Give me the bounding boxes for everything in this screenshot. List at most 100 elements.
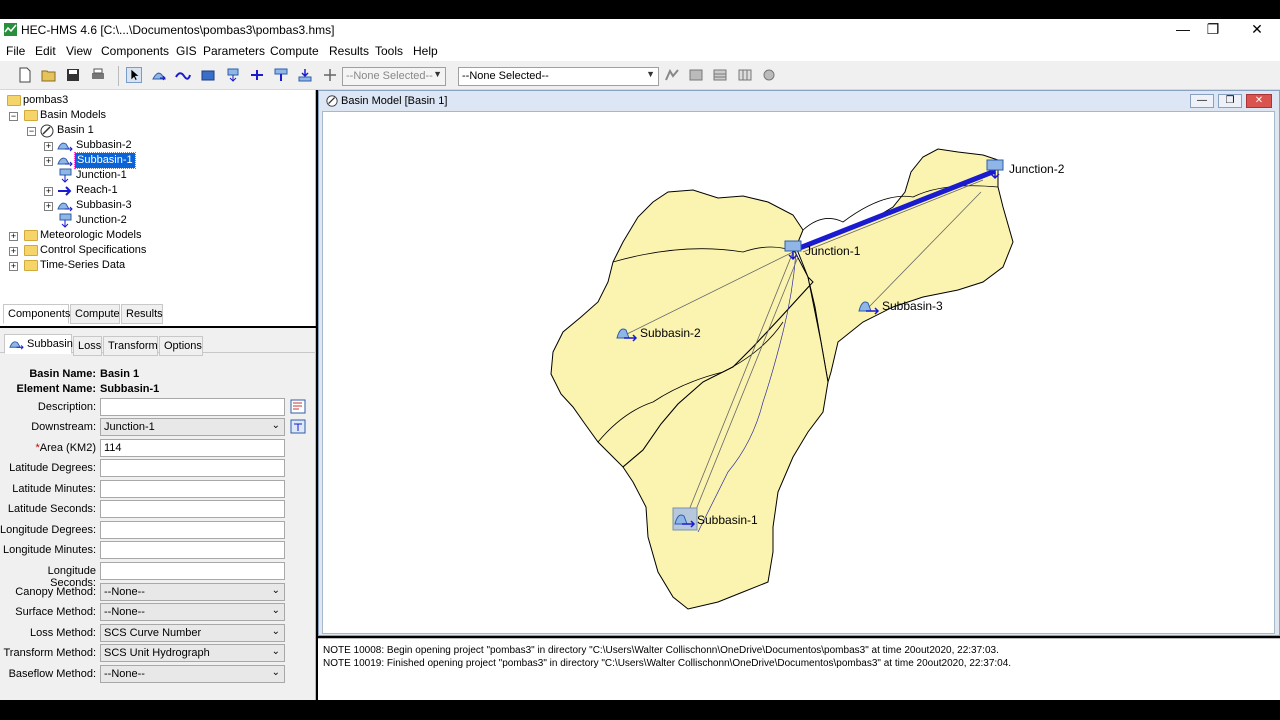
loss-method-value: SCS Curve Number (104, 627, 202, 639)
internal-restore-button[interactable]: ❐ (1218, 94, 1242, 108)
area-field[interactable]: 114 (100, 439, 285, 457)
canopy-method-select[interactable]: --None-- ⌄ (100, 583, 285, 601)
tab-loss[interactable]: Loss (73, 336, 102, 356)
element-selector-disabled[interactable]: --None Selected-- ▼ (342, 67, 446, 86)
tab-options[interactable]: Options (159, 336, 203, 356)
open-folder-icon[interactable] (41, 67, 57, 83)
latitude-degrees-field[interactable] (100, 459, 285, 477)
tree-item-subbasin-3[interactable]: Subbasin-3 (76, 198, 132, 213)
longitude-seconds-field[interactable] (100, 562, 285, 580)
description-editor-icon[interactable] (290, 399, 306, 414)
menu-edit[interactable]: Edit (35, 44, 56, 58)
tab-subbasin[interactable]: Subbasin (4, 334, 73, 354)
latitude-minutes-field[interactable] (100, 480, 285, 498)
tree-control-specifications[interactable]: Control Specifications (40, 243, 146, 258)
menu-gis[interactable]: GIS (176, 44, 197, 58)
expand-icon[interactable]: + (44, 187, 53, 196)
area-label: *Area (KM2) (0, 442, 96, 454)
tree-meteorologic-models[interactable]: Meteorologic Models (40, 228, 142, 243)
menu-parameters[interactable]: Parameters (203, 44, 265, 58)
tree-basin-models[interactable]: Basin Models (40, 108, 106, 123)
subbasin-3-area[interactable] (795, 148, 1014, 383)
time-series-table-icon[interactable] (737, 67, 753, 83)
expand-icon[interactable]: + (44, 157, 53, 166)
longitude-degrees-label: Longitude Degrees: (0, 524, 97, 536)
tree-item-subbasin-2[interactable]: Subbasin-2 (76, 138, 132, 153)
reservoir-tool-icon[interactable] (200, 67, 216, 83)
downstream-select[interactable]: Junction-1 ⌄ (100, 418, 285, 436)
transform-method-value: SCS Unit Hydrograph (104, 647, 210, 659)
component-editor: Subbasin Loss Transform Options Basin Na… (0, 328, 316, 700)
compute-icon[interactable] (664, 67, 680, 83)
sink-tool-icon[interactable] (297, 67, 313, 83)
internal-close-button[interactable]: ✕ (1246, 94, 1272, 108)
menu-compute[interactable]: Compute (270, 44, 319, 58)
baseflow-method-select[interactable]: --None-- ⌄ (100, 665, 285, 683)
longitude-degrees-field[interactable] (100, 521, 285, 539)
toolbar: --None Selected-- ▼ --None Selected-- ▼ (0, 61, 1280, 90)
folder-icon (24, 260, 38, 271)
element-selector[interactable]: --None Selected-- ▼ (458, 67, 659, 86)
tab-compute[interactable]: Compute (70, 304, 120, 324)
folder-icon (24, 245, 38, 256)
longitude-minutes-label: Longitude Minutes: (3, 544, 96, 556)
menu-tools[interactable]: Tools (375, 44, 403, 58)
menu-results[interactable]: Results (329, 44, 369, 58)
collapse-icon[interactable]: − (9, 112, 18, 121)
downstream-picker-icon[interactable] (290, 419, 306, 434)
surface-method-select[interactable]: --None-- ⌄ (100, 603, 285, 621)
expand-icon[interactable]: + (44, 142, 53, 151)
basin-map-svg[interactable]: Junction-2 Junction-1 Subbasin-2 Subbasi… (323, 112, 1276, 635)
restore-button[interactable]: ❐ (1190, 19, 1236, 41)
latitude-seconds-field[interactable] (100, 500, 285, 518)
expand-icon[interactable]: + (9, 262, 18, 271)
tree-time-series-data[interactable]: Time-Series Data (40, 258, 125, 273)
subbasin-icon (57, 157, 73, 167)
graph-icon[interactable] (688, 67, 704, 83)
basin-map-canvas[interactable]: Junction-2 Junction-1 Subbasin-2 Subbasi… (322, 111, 1275, 634)
menu-file[interactable]: File (6, 44, 25, 58)
diversion-tool-icon[interactable] (249, 67, 265, 83)
tree-item-subbasin-1[interactable]: Subbasin-1 (74, 152, 136, 169)
tab-results[interactable]: Results (121, 304, 163, 324)
menu-components[interactable]: Components (101, 44, 169, 58)
basin-model-window-header[interactable]: Basin Model [Basin 1] — ❐ ✕ (320, 92, 1278, 110)
source-tool-icon[interactable] (273, 67, 289, 83)
loss-method-select[interactable]: SCS Curve Number ⌄ (100, 624, 285, 642)
close-button[interactable]: ✕ (1234, 19, 1280, 41)
chevron-down-icon: ⌄ (271, 667, 280, 678)
tree-item-junction-1[interactable]: Junction-1 (76, 168, 127, 183)
transform-method-select[interactable]: SCS Unit Hydrograph ⌄ (100, 644, 285, 662)
internal-minimize-button[interactable]: — (1190, 94, 1214, 108)
tree-item-reach-1[interactable]: Reach-1 (76, 183, 118, 198)
chevron-down-icon: ▼ (433, 69, 442, 79)
summary-table-icon[interactable] (712, 67, 728, 83)
tree-root-pombas3[interactable]: pombas3 (23, 93, 68, 108)
collapse-icon[interactable]: − (27, 127, 36, 136)
tree-item-junction-2[interactable]: Junction-2 (76, 213, 127, 228)
downstream-value: Junction-1 (104, 421, 155, 433)
chevron-down-icon: ⌄ (271, 626, 280, 637)
subbasin-1-icon[interactable] (672, 507, 698, 531)
global-summary-icon[interactable] (761, 67, 777, 83)
tree-basin-1[interactable]: Basin 1 (57, 123, 94, 138)
reach-tool-icon[interactable] (175, 67, 191, 83)
expand-icon[interactable]: + (44, 202, 53, 211)
expand-icon[interactable]: + (9, 232, 18, 241)
new-file-icon[interactable] (17, 67, 33, 83)
junction-tool-icon[interactable] (225, 67, 241, 83)
tab-components[interactable]: Components (3, 304, 70, 324)
expand-icon[interactable]: + (9, 247, 18, 256)
description-field[interactable] (100, 398, 285, 416)
crosshair-icon[interactable] (322, 67, 338, 83)
print-icon[interactable] (90, 67, 106, 83)
save-icon[interactable] (65, 67, 81, 83)
menu-view[interactable]: View (66, 44, 92, 58)
tab-transform[interactable]: Transform (103, 336, 158, 356)
longitude-minutes-field[interactable] (100, 541, 285, 559)
canopy-method-label: Canopy Method: (15, 586, 96, 598)
subbasin-tool-icon[interactable] (151, 67, 167, 83)
arrow-select-icon[interactable] (126, 67, 142, 83)
menu-help[interactable]: Help (413, 44, 438, 58)
canopy-method-value: --None-- (104, 586, 145, 598)
